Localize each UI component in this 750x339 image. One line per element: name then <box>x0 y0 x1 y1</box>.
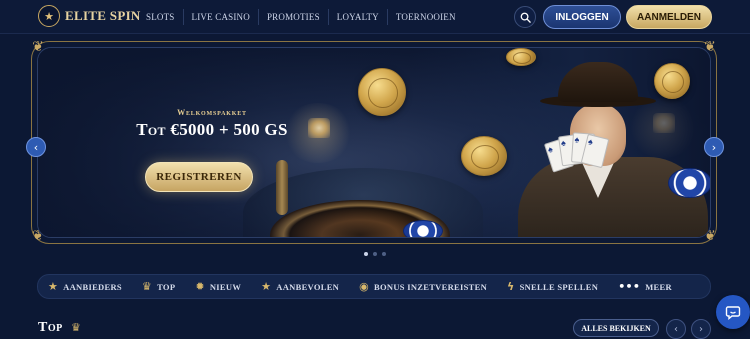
pagination-dot[interactable] <box>382 252 386 256</box>
nav-item-live-casino[interactable]: LIVE CASINO <box>182 9 258 25</box>
brand-logo[interactable]: ★ ELITE SPIN <box>38 5 141 27</box>
chevron-left-icon: ‹ <box>674 323 678 335</box>
section-title: Top <box>38 320 63 335</box>
hero-title: Tot €5000 + 500 GS <box>136 120 288 139</box>
nav-item-toernooien[interactable]: TOERNOOIEN <box>386 9 464 25</box>
hero-character: ♠ ♠ ♠ ♠ <box>518 62 708 237</box>
register-button[interactable]: AANMELDEN <box>626 5 712 29</box>
more-dots-icon: ••• <box>618 280 641 293</box>
category-nieuw[interactable]: ✹ NIEUW <box>185 275 251 298</box>
chevron-right-icon: › <box>699 323 703 335</box>
crown-icon: ♛ <box>141 280 153 293</box>
playing-cards: ♠ ♠ ♠ ♠ <box>543 132 610 173</box>
section-next-button[interactable]: › <box>691 319 711 339</box>
carousel-pagination <box>364 252 386 256</box>
gold-coin <box>358 68 406 116</box>
carousel-next-button[interactable]: › <box>704 137 724 157</box>
nav-item-loyalty[interactable]: LOYALTY <box>327 9 387 25</box>
category-meer[interactable]: ••• MEER <box>608 275 682 298</box>
crown-icon: ♛ <box>71 321 81 334</box>
brand-name: ELITE SPIN <box>65 8 141 23</box>
new-badge-icon: ✹ <box>195 280 205 293</box>
pagination-dot[interactable] <box>364 252 368 256</box>
star-icon: ★ <box>261 280 272 293</box>
category-aanbevolen[interactable]: ★ AANBEVOLEN <box>251 275 349 298</box>
chat-icon <box>725 306 741 320</box>
nav-item-slots[interactable]: SLOTS <box>138 9 183 25</box>
chevron-left-icon: ‹ <box>33 140 39 154</box>
see-all-button[interactable]: ALLES BEKIJKEN <box>573 319 659 337</box>
poker-chip <box>403 220 443 237</box>
category-aanbieders[interactable]: ★ AANBIEDERS <box>38 275 132 298</box>
search-button[interactable] <box>514 6 536 28</box>
gold-coin <box>461 136 507 176</box>
chat-button[interactable] <box>716 295 750 329</box>
star-crown-icon: ★ <box>38 5 60 27</box>
category-bar: ★ AANBIEDERS ♛ TOP ✹ NIEUW ★ AANBEVOLEN … <box>37 274 711 299</box>
poker-chip <box>668 168 710 198</box>
coin-icon: ◉ <box>359 280 370 293</box>
nav-item-promoties[interactable]: PROMOTIES <box>257 9 328 25</box>
lightning-icon: ϟ <box>507 280 515 293</box>
hero-banner[interactable]: ♠ ♠ ♠ ♠ <box>37 47 711 238</box>
hero-subtitle: Welkomspakket <box>177 108 247 117</box>
carousel-prev-button[interactable]: ‹ <box>26 137 46 157</box>
category-top[interactable]: ♛ TOP <box>132 275 185 298</box>
top-bar: ★ ELITE SPIN SLOTS LIVE CASINO PROMOTIES… <box>0 0 750 34</box>
search-icon <box>520 12 531 23</box>
pagination-dot[interactable] <box>373 252 377 256</box>
category-bonus-inzetvereisten[interactable]: ◉ BONUS INZETVEREISTEN <box>349 275 497 298</box>
star-icon: ★ <box>48 280 59 293</box>
main-nav: SLOTS LIVE CASINO PROMOTIES LOYALTY TOER… <box>138 0 464 34</box>
fedora-hat <box>558 62 638 102</box>
login-button[interactable]: INLOGGEN <box>543 5 621 29</box>
hero-register-button[interactable]: REGISTREREN <box>145 162 253 192</box>
chevron-right-icon: › <box>711 140 717 154</box>
section-prev-button[interactable]: ‹ <box>666 319 686 339</box>
category-snelle-spellen[interactable]: ϟ SNELLE SPELLEN <box>497 275 608 298</box>
